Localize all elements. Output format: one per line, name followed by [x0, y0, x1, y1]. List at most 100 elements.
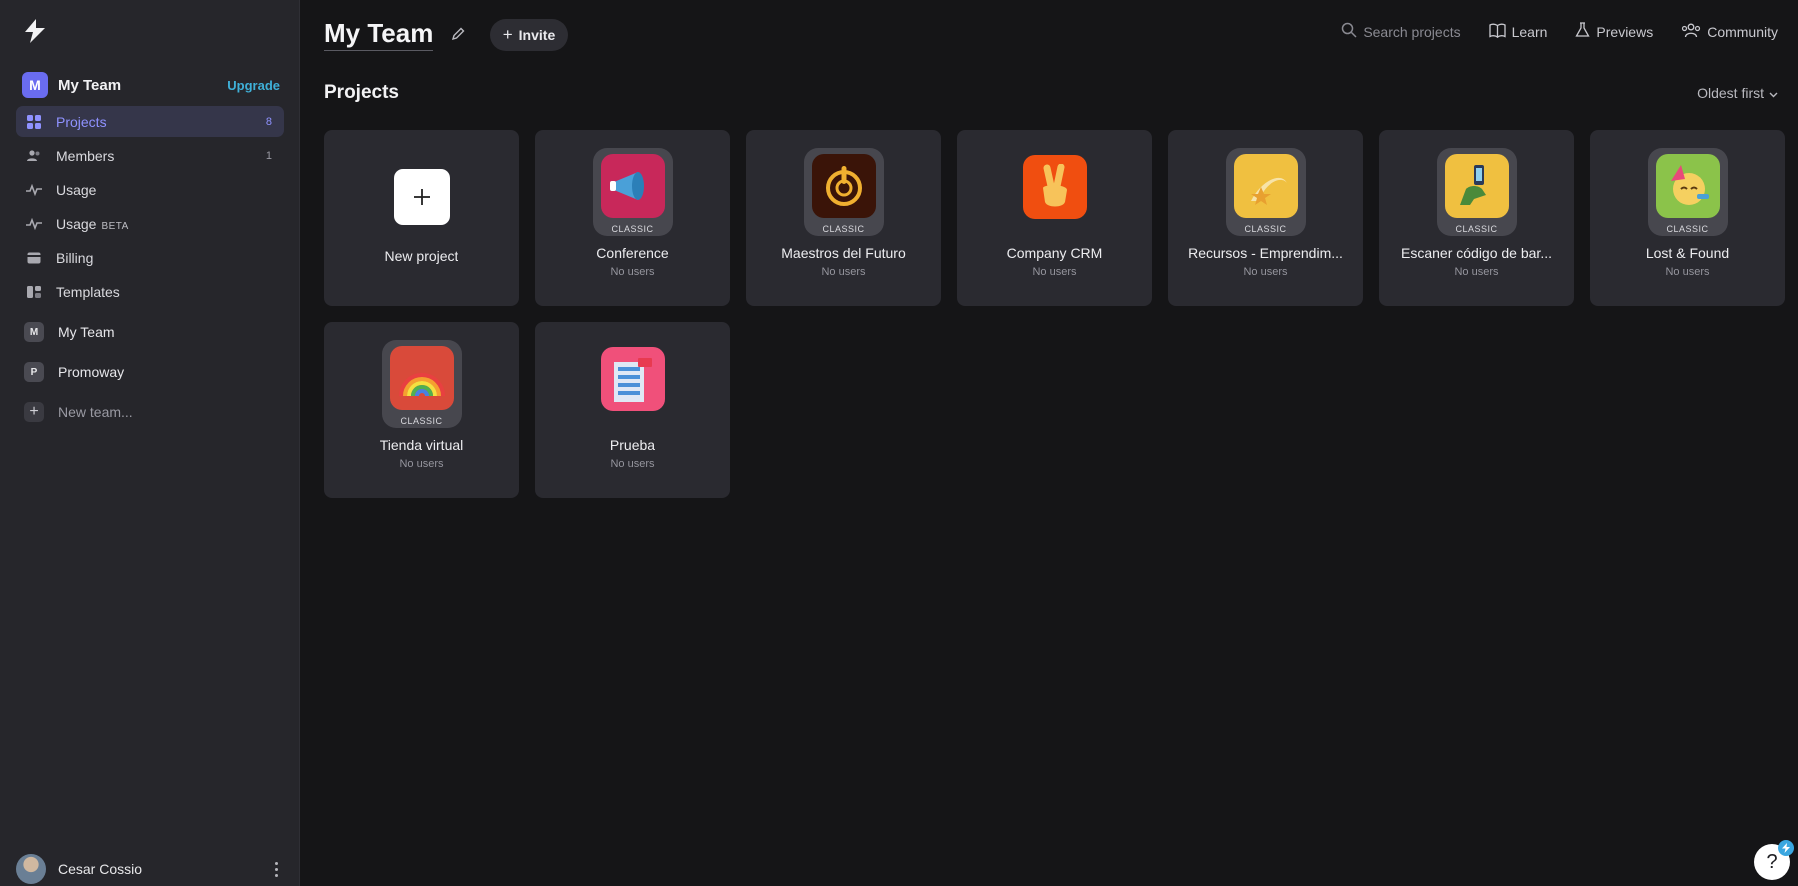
- project-card[interactable]: Prueba No users: [535, 322, 730, 498]
- project-card[interactable]: CLASSIC Lost & Found No users: [1590, 130, 1785, 306]
- project-name: Company CRM: [1006, 245, 1103, 261]
- project-users: No users: [1032, 266, 1077, 278]
- top-navigation: Search projects Learn Previews Community: [1313, 22, 1778, 41]
- new-team-button[interactable]: + New team...: [16, 395, 284, 429]
- classic-badge: CLASSIC: [400, 416, 443, 426]
- sidebar-item-label: Usage: [56, 215, 97, 232]
- previews-label: Previews: [1596, 23, 1654, 40]
- billing-icon: [26, 250, 42, 266]
- project-users: No users: [821, 266, 866, 278]
- sort-dropdown[interactable]: Oldest first: [1697, 85, 1778, 101]
- classic-badge: CLASSIC: [1666, 224, 1709, 234]
- project-name: Escaner código de bar...: [1401, 245, 1552, 261]
- chevron-down-icon: [1769, 85, 1778, 101]
- power-dial-icon: [811, 154, 876, 218]
- previews-link[interactable]: Previews: [1575, 22, 1653, 41]
- project-name: Lost & Found: [1645, 245, 1730, 261]
- sidebar-nav: Projects 8 Members 1 Usage Usage BETA Bi…: [16, 106, 284, 435]
- project-name: Tienda virtual: [379, 437, 464, 453]
- sidebar-item-label: Projects: [56, 113, 107, 130]
- sidebar-item-billing[interactable]: Billing: [16, 242, 284, 273]
- current-team[interactable]: M My Team Upgrade: [22, 72, 280, 98]
- megaphone-icon: [600, 154, 665, 218]
- more-options-icon[interactable]: [268, 859, 284, 879]
- project-card[interactable]: Company CRM No users: [957, 130, 1152, 306]
- community-label: Community: [1707, 23, 1778, 40]
- glide-badge-icon: [1778, 840, 1794, 856]
- activity-icon: [26, 182, 42, 198]
- sidebar-item-templates[interactable]: Templates: [16, 276, 284, 307]
- user-name: Cesar Cossio: [58, 861, 143, 877]
- search-icon: [1341, 22, 1357, 41]
- page-title[interactable]: My Team: [324, 18, 434, 51]
- shooting-star-icon: [1233, 154, 1298, 218]
- sidebar-item-projects[interactable]: Projects 8: [16, 106, 284, 137]
- sidebar-item-label: Usage: [56, 181, 97, 198]
- search-projects[interactable]: Search projects: [1341, 22, 1461, 41]
- project-name: Maestros del Futuro: [781, 245, 906, 261]
- project-card[interactable]: CLASSIC Conference No users: [535, 130, 730, 306]
- hand-phone-icon: [1444, 154, 1509, 218]
- templates-icon: [26, 284, 42, 300]
- main-content: My Team + Invite Search projects Learn P…: [300, 0, 1798, 886]
- upgrade-link[interactable]: Upgrade: [227, 78, 280, 93]
- activity-icon: [26, 216, 42, 232]
- invite-button[interactable]: + Invite: [490, 19, 568, 51]
- classic-badge: CLASSIC: [1455, 224, 1498, 234]
- project-name: Conference: [596, 245, 669, 261]
- project-users: No users: [1665, 266, 1710, 278]
- help-button[interactable]: ?: [1754, 840, 1794, 880]
- team-avatar: M: [22, 72, 48, 98]
- help-label: ?: [1766, 850, 1778, 873]
- community-link[interactable]: Community: [1681, 23, 1778, 41]
- projects-heading: Projects: [324, 82, 399, 103]
- project-users: No users: [610, 458, 655, 470]
- invite-label: Invite: [518, 27, 556, 43]
- new-team-label: New team...: [58, 404, 133, 420]
- sidebar-item-usage-beta[interactable]: Usage BETA: [16, 208, 284, 239]
- sort-label: Oldest first: [1697, 85, 1764, 101]
- beta-badge: BETA: [101, 220, 129, 232]
- plus-icon: +: [502, 25, 513, 44]
- project-card[interactable]: CLASSIC Recursos - Emprendim... No users: [1168, 130, 1363, 306]
- project-users: No users: [1454, 266, 1499, 278]
- project-users: No users: [399, 458, 444, 470]
- team-initial: M: [24, 322, 44, 342]
- project-card[interactable]: CLASSIC Maestros del Futuro No users: [746, 130, 941, 306]
- team-name: My Team: [58, 76, 122, 94]
- learn-label: Learn: [1511, 23, 1548, 40]
- flask-icon: [1575, 22, 1591, 41]
- project-card[interactable]: CLASSIC Escaner código de bar... No user…: [1379, 130, 1574, 306]
- glide-logo-icon[interactable]: [22, 18, 48, 44]
- project-users: No users: [1243, 266, 1288, 278]
- sidebar-item-members[interactable]: Members 1: [16, 140, 284, 171]
- rainbow-icon: [389, 346, 454, 410]
- project-name: Prueba: [609, 437, 656, 453]
- project-name: Recursos - Emprendim...: [1188, 245, 1343, 261]
- user-profile[interactable]: Cesar Cossio: [16, 852, 284, 886]
- sidebar-item-label: Billing: [56, 249, 94, 266]
- grid-icon: [26, 114, 42, 130]
- learn-link[interactable]: Learn: [1488, 23, 1548, 41]
- sidebar: M My Team Upgrade Projects 8 Members 1 U…: [0, 0, 300, 886]
- plus-icon: +: [24, 402, 44, 422]
- projects-count: 8: [265, 115, 272, 128]
- book-icon: [1488, 23, 1506, 41]
- members-count: 1: [265, 149, 272, 162]
- sidebar-item-label: Members: [56, 147, 115, 164]
- pencil-icon[interactable]: [450, 26, 466, 42]
- classic-badge: CLASSIC: [1244, 224, 1287, 234]
- avatar: [16, 854, 46, 884]
- classic-badge: CLASSIC: [611, 224, 654, 234]
- sidebar-item-usage[interactable]: Usage: [16, 174, 284, 205]
- sidebar-item-label: Templates: [56, 283, 120, 300]
- projects-grid: New project CLASSIC Conference No users: [324, 130, 1785, 498]
- search-input[interactable]: Search projects: [1363, 24, 1460, 40]
- party-face-icon: [1655, 154, 1720, 218]
- project-card[interactable]: CLASSIC Tienda virtual No users: [324, 322, 519, 498]
- new-project-card[interactable]: New project: [324, 130, 519, 306]
- team-item-promoway[interactable]: P Promoway: [16, 355, 284, 389]
- team-item-my-team[interactable]: M My Team: [16, 315, 284, 349]
- classic-badge: CLASSIC: [822, 224, 865, 234]
- team-initial: P: [24, 362, 44, 382]
